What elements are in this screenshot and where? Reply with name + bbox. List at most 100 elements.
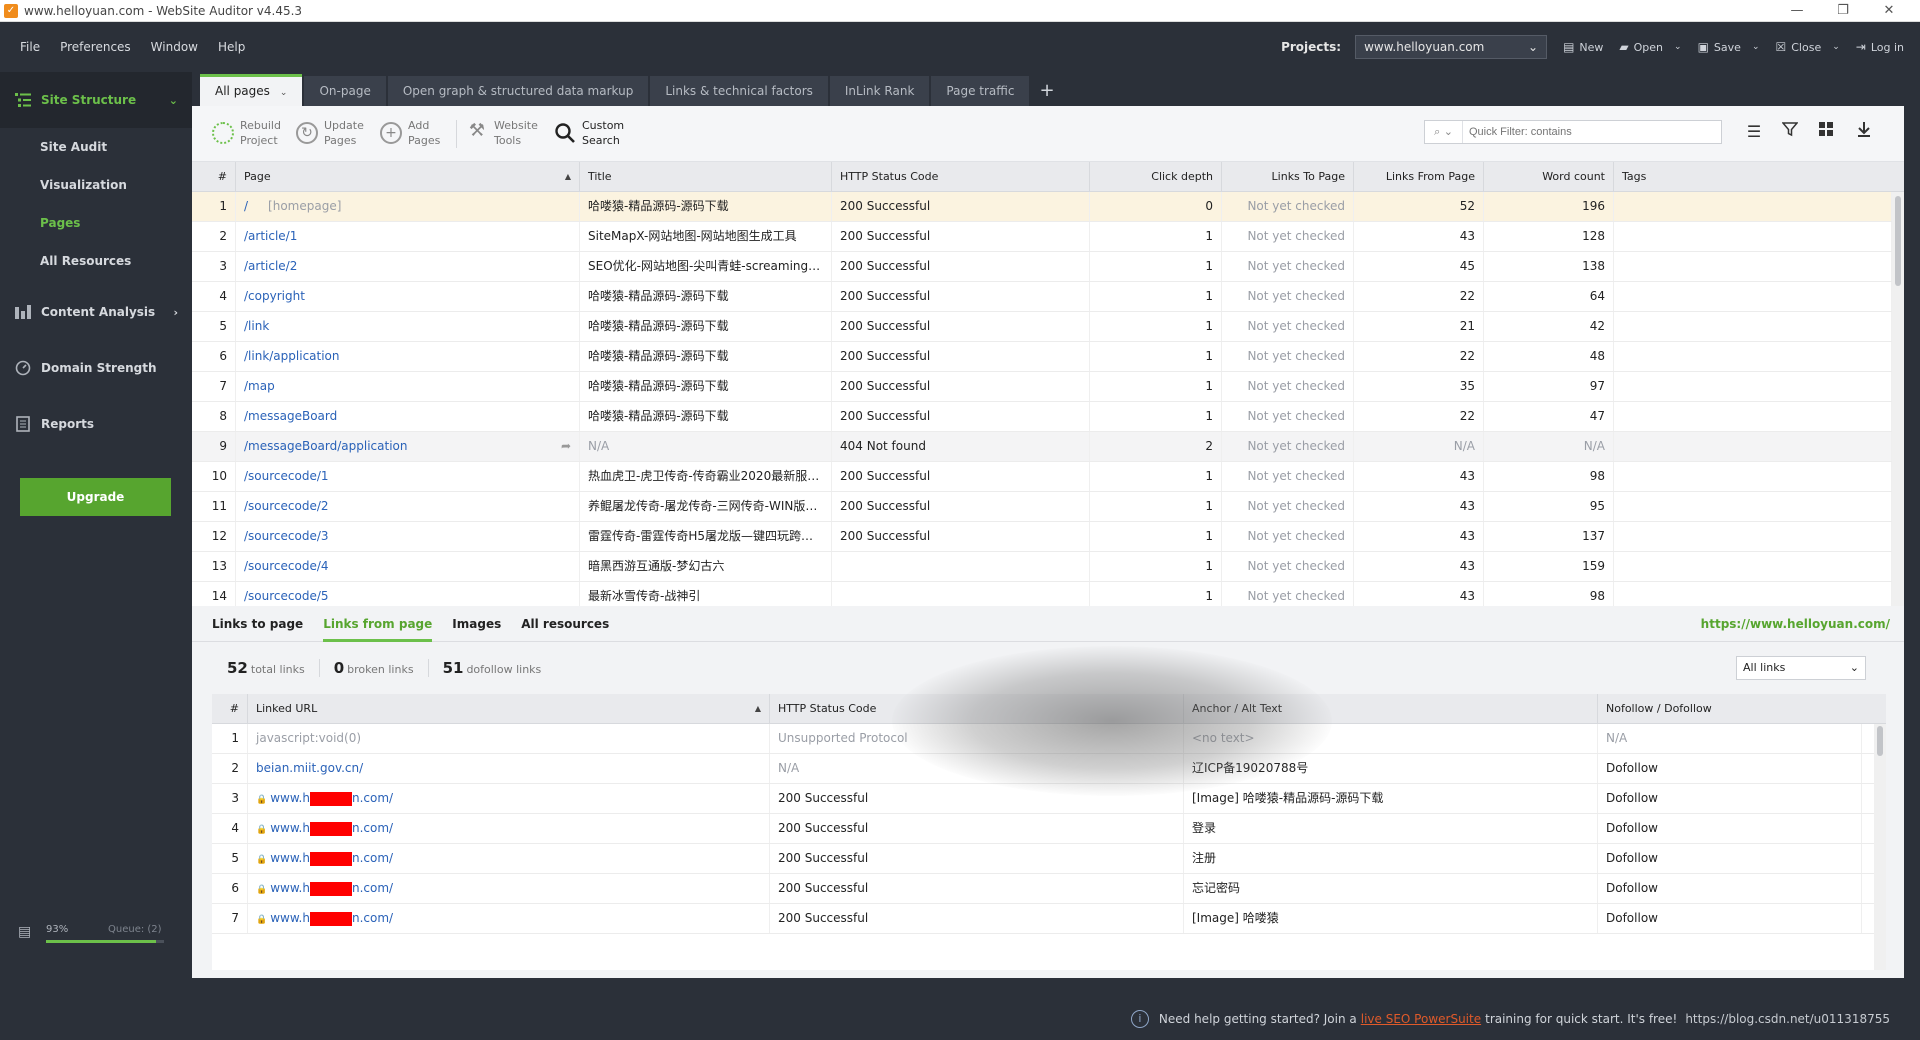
tab-links-technical[interactable]: Links & technical factors xyxy=(650,76,828,106)
sidebar-item-all-resources[interactable]: All Resources xyxy=(0,242,192,280)
link-row-url[interactable]: 🔒 www.h n.com/ xyxy=(248,904,770,933)
row-page[interactable]: /sourcecode/4 xyxy=(236,552,580,581)
row-page[interactable]: /link/application xyxy=(236,342,580,371)
table-row[interactable]: 4 🔒 www.h n.com/200 Successful 登录 Dofollow xyxy=(212,814,1886,844)
sidebar-item-pages[interactable]: Pages xyxy=(0,204,192,242)
menu-preferences[interactable]: Preferences xyxy=(60,40,131,54)
tab-on-page[interactable]: On-page xyxy=(304,76,386,106)
login-button[interactable]: ⇥ Log in xyxy=(1856,40,1904,54)
tab-inlink-rank[interactable]: InLink Rank xyxy=(829,76,930,106)
tab-all-pages[interactable]: All pages ⌄ xyxy=(200,74,303,106)
close-window-button[interactable]: ✕ xyxy=(1866,0,1912,22)
col-index[interactable]: # xyxy=(192,162,236,192)
table-row[interactable]: 14/sourcecode/5 最新冰雪传奇-战神引 1 Not yet checke… xyxy=(192,582,1904,606)
rebuild-project-button[interactable]: Rebuild Project xyxy=(212,118,281,148)
menu-file[interactable]: File xyxy=(20,40,40,54)
website-tools-button[interactable]: ⚒ Website Tools xyxy=(466,118,538,148)
table-row[interactable]: 12/sourcecode/3 雷霆传奇-雷霆传奇H5屠龙版—键四玩跨服... 20… xyxy=(192,522,1904,552)
row-page[interactable]: /messageBoard/application ➦ xyxy=(236,432,580,461)
row-page[interactable]: / [homepage] xyxy=(236,192,580,221)
row-page[interactable]: /link xyxy=(236,312,580,341)
row-page[interactable]: /map xyxy=(236,372,580,401)
links-filter-select[interactable]: All links ⌄ xyxy=(1736,656,1866,680)
table-row[interactable]: 7 🔒 www.h n.com/200 Successful [Image] 哈喽猿 Do… xyxy=(212,904,1886,934)
filter-search-icon[interactable]: ⌕ ⌄ xyxy=(1425,121,1463,143)
link-row-url[interactable]: 🔒 www.h n.com/ xyxy=(248,814,770,843)
add-pages-button[interactable]: + Add Pages xyxy=(380,118,440,148)
upgrade-button[interactable]: Upgrade xyxy=(20,478,171,516)
row-page[interactable]: /messageBoard xyxy=(236,402,580,431)
col-follow[interactable]: Nofollow / Dofollow xyxy=(1598,694,1874,724)
tab-links-to-page[interactable]: Links to page xyxy=(212,606,303,642)
grid-view-icon[interactable] xyxy=(1814,120,1838,144)
table-row[interactable]: 1/[homepage] 哈喽猿-精品源码-源码下载 200 Successful 0… xyxy=(192,192,1904,222)
table-row[interactable]: 6 🔒 www.h n.com/200 Successful 忘记密码 Dofollow xyxy=(212,874,1886,904)
col-http-status[interactable]: HTTP Status Code xyxy=(832,162,1090,192)
tab-all-resources[interactable]: All resources xyxy=(521,606,609,642)
menu-window[interactable]: Window xyxy=(151,40,198,54)
quick-filter-input[interactable] xyxy=(1463,126,1713,138)
table-row[interactable]: 4/copyright 哈喽猿-精品源码-源码下载 200 Successful 1 N… xyxy=(192,282,1904,312)
maximize-button[interactable]: ❐ xyxy=(1820,0,1866,22)
table-row[interactable]: 10/sourcecode/1 热血虎卫-虎卫传奇-传奇霸业2020最新服务...… xyxy=(192,462,1904,492)
selected-page-url[interactable]: https://www.helloyuan.com/ xyxy=(1701,606,1890,642)
row-page[interactable]: /sourcecode/2 xyxy=(236,492,580,521)
project-select[interactable]: www.helloyuan.com ⌄ xyxy=(1355,35,1548,59)
link-row-url[interactable]: javascript:void(0) xyxy=(248,724,770,753)
open-button[interactable]: ▰ Open ⌄ xyxy=(1619,40,1681,54)
links-scrollbar-thumb[interactable] xyxy=(1877,726,1883,756)
row-page[interactable]: /sourcecode/1 xyxy=(236,462,580,491)
col-linked-url[interactable]: Linked URL ▲ xyxy=(248,694,770,724)
col-page[interactable]: Page ▲ xyxy=(236,162,580,192)
custom-search-button[interactable]: Custom Search xyxy=(554,118,624,148)
col-tags[interactable]: Tags xyxy=(1614,162,1904,192)
row-page[interactable]: /copyright xyxy=(236,282,580,311)
col-links-to-page[interactable]: Links To Page xyxy=(1222,162,1354,192)
tab-open-graph[interactable]: Open graph & structured data markup xyxy=(387,76,649,106)
table-row[interactable]: 7/map 哈喽猿-精品源码-源码下载 200 Successful 1 Not yet… xyxy=(192,372,1904,402)
table-row[interactable]: 9/messageBoard/application ➦ N/A 404 Not fo… xyxy=(192,432,1904,462)
close-project-button[interactable]: ☒ Close ⌄ xyxy=(1775,40,1839,54)
table-row[interactable]: 3/article/2 SEO优化-网站地图-尖叫青蛙-screamingfrog… xyxy=(192,252,1904,282)
link-row-url[interactable]: 🔒 www.h n.com/ xyxy=(248,874,770,903)
table-row[interactable]: 8/messageBoard 哈喽猿-精品源码-源码下载 200 Successfu… xyxy=(192,402,1904,432)
filter-icon[interactable] xyxy=(1778,120,1802,144)
download-icon[interactable] xyxy=(1852,120,1876,144)
redirect-icon[interactable]: ➦ xyxy=(561,432,571,461)
pages-scrollbar-thumb[interactable] xyxy=(1895,196,1901,286)
sidebar-item-visualization[interactable]: Visualization xyxy=(0,166,192,204)
link-row-url[interactable]: beian.miit.gov.cn/ xyxy=(248,754,770,783)
table-row[interactable]: 5/link 哈喽猿-精品源码-源码下载 200 Successful 1 Not ye… xyxy=(192,312,1904,342)
row-page[interactable]: /sourcecode/3 xyxy=(236,522,580,551)
sidebar-item-site-audit[interactable]: Site Audit xyxy=(0,128,192,166)
col-links-from-page[interactable]: Links From Page xyxy=(1354,162,1484,192)
update-pages-button[interactable]: ↻ Update Pages xyxy=(296,118,364,148)
col-title[interactable]: Title xyxy=(580,162,832,192)
help-link[interactable]: live SEO PowerSuite xyxy=(1361,1012,1481,1026)
minimize-button[interactable]: — xyxy=(1774,0,1820,22)
col-word-count[interactable]: Word count xyxy=(1484,162,1614,192)
new-button[interactable]: ▤ New xyxy=(1563,40,1603,54)
row-page[interactable]: /sourcecode/5 xyxy=(236,582,580,606)
menu-help[interactable]: Help xyxy=(218,40,245,54)
nav-reports[interactable]: Reports xyxy=(0,396,192,452)
col-link-index[interactable]: # xyxy=(212,694,248,724)
table-row[interactable]: 11/sourcecode/2 养鲲屠龙传奇-屠龙传奇-三网传奇-WIN版—...… xyxy=(192,492,1904,522)
table-row[interactable]: 6/link/application 哈喽猿-精品源码-源码下载 200 Succe… xyxy=(192,342,1904,372)
save-button[interactable]: ▣ Save ⌄ xyxy=(1698,40,1760,54)
table-row[interactable]: 2/article/1 SiteMapX-网站地图-网站地图生成工具 200 Suc… xyxy=(192,222,1904,252)
add-tab-button[interactable]: + xyxy=(1039,76,1054,106)
tab-links-from-page[interactable]: Links from page xyxy=(323,606,433,642)
table-row[interactable]: 13/sourcecode/4 暗黑西游互通版-梦幻古六 1 Not yet chec… xyxy=(192,552,1904,582)
tab-page-traffic[interactable]: Page traffic xyxy=(931,76,1030,106)
col-click-depth[interactable]: Click depth xyxy=(1090,162,1222,192)
pages-scrollbar[interactable] xyxy=(1892,192,1904,606)
nav-domain-strength[interactable]: Domain Strength xyxy=(0,340,192,396)
nav-site-structure[interactable]: Site Structure ⌄ xyxy=(0,72,192,128)
list-view-icon[interactable]: ☰ xyxy=(1742,120,1766,144)
row-page[interactable]: /article/2 xyxy=(236,252,580,281)
links-scrollbar[interactable] xyxy=(1874,724,1886,970)
row-page[interactable]: /article/1 xyxy=(236,222,580,251)
table-row[interactable]: 5 🔒 www.h n.com/200 Successful 注册 Dofollow xyxy=(212,844,1886,874)
task-list-icon[interactable]: ▤ xyxy=(18,924,34,940)
